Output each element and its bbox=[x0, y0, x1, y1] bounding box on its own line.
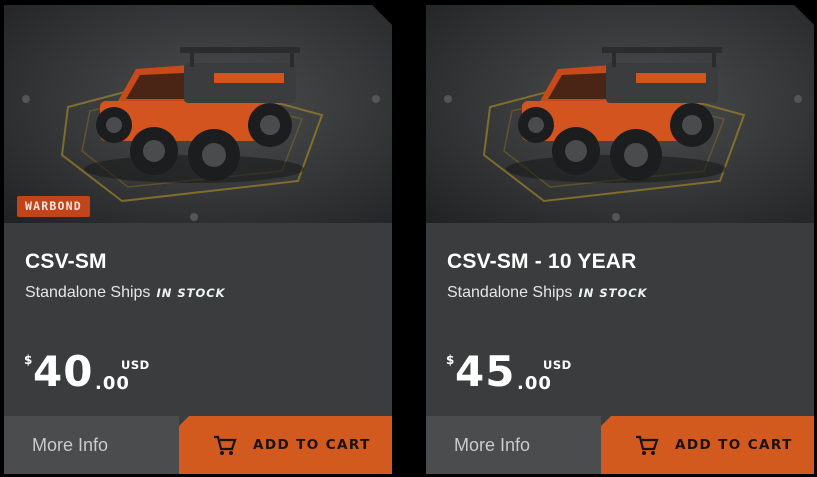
product-image[interactable]: WARBOND bbox=[4, 5, 392, 223]
currency-symbol: $ bbox=[446, 353, 455, 367]
price-whole: 40 bbox=[33, 347, 94, 396]
more-info-label: More Info bbox=[32, 434, 109, 455]
add-to-cart-label: ADD TO CART bbox=[253, 437, 371, 453]
add-to-cart-button[interactable]: ADD TO CART bbox=[179, 416, 392, 474]
product-subline: Standalone Ships IN STOCK bbox=[447, 284, 648, 302]
cart-icon bbox=[636, 435, 659, 455]
price-currency: USD bbox=[543, 358, 572, 372]
product-name[interactable]: CSV-SM bbox=[25, 250, 107, 274]
cart-icon bbox=[214, 435, 237, 455]
currency-symbol: $ bbox=[24, 353, 33, 367]
more-info-button[interactable]: More Info bbox=[4, 416, 179, 474]
product-name[interactable]: CSV-SM - 10 YEAR bbox=[447, 250, 637, 274]
stock-status: IN STOCK bbox=[156, 286, 226, 300]
price-cents: .00 bbox=[95, 373, 130, 394]
product-category: Standalone Ships bbox=[447, 284, 573, 301]
warbond-badge: WARBOND bbox=[17, 196, 90, 217]
more-info-button[interactable]: More Info bbox=[426, 416, 601, 474]
price-currency: USD bbox=[121, 358, 150, 372]
product-category: Standalone Ships bbox=[25, 284, 151, 301]
price-cents: .00 bbox=[517, 373, 552, 394]
product-image[interactable] bbox=[426, 5, 814, 223]
vehicle-illustration bbox=[444, 47, 802, 221]
add-to-cart-button[interactable]: ADD TO CART bbox=[601, 416, 814, 474]
product-subline: Standalone Ships IN STOCK bbox=[25, 284, 226, 302]
product-card[interactable]: WARBOND CSV-SM Standalone Ships IN STOCK … bbox=[4, 5, 392, 474]
more-info-label: More Info bbox=[454, 434, 531, 455]
stock-status: IN STOCK bbox=[578, 286, 648, 300]
product-card[interactable]: CSV-SM - 10 YEAR Standalone Ships IN STOC… bbox=[426, 5, 814, 474]
price-whole: 45 bbox=[455, 347, 516, 396]
add-to-cart-label: ADD TO CART bbox=[675, 437, 793, 453]
vehicle-illustration bbox=[22, 47, 380, 221]
